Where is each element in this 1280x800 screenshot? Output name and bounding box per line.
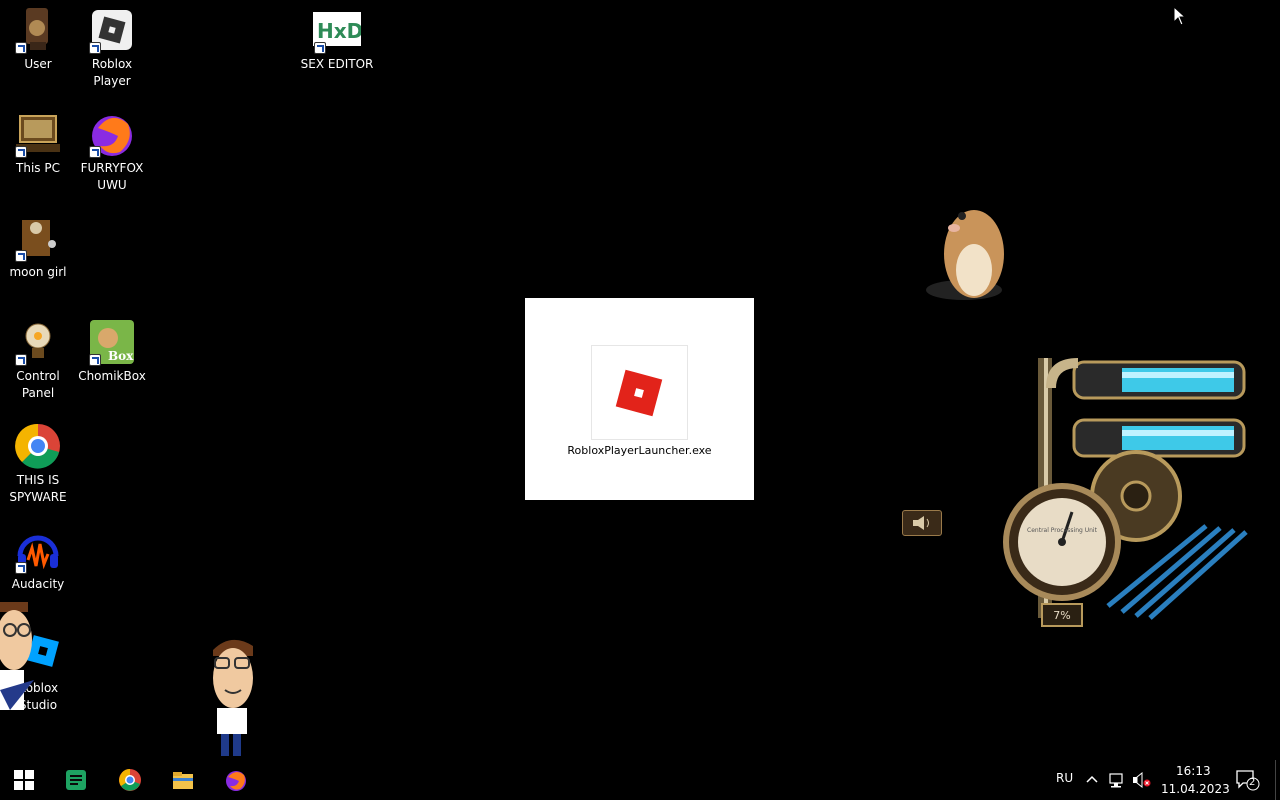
icon-label: FURRYFOX UWU bbox=[80, 161, 144, 192]
launcher-window[interactable]: RobloxPlayerLauncher.exe bbox=[525, 298, 754, 500]
cartoon-character-left bbox=[0, 602, 34, 710]
speaker-icon bbox=[913, 516, 929, 530]
icon-label: ChomikBox bbox=[78, 369, 146, 383]
windows-logo-icon bbox=[14, 770, 34, 790]
desktop-icon-furryfox[interactable]: FURRYFOX UWU bbox=[74, 110, 150, 194]
start-button[interactable] bbox=[0, 760, 48, 800]
hxd-logo-text: HxD bbox=[317, 19, 361, 43]
desktop-icon-user[interactable]: User bbox=[0, 6, 76, 73]
desktop-icon-control-panel[interactable]: Control Panel bbox=[0, 318, 76, 402]
roblox-logo-icon bbox=[615, 369, 663, 417]
desktop-icon-chomikbox[interactable]: Box ChomikBox bbox=[74, 318, 150, 385]
taskbar-notes-app[interactable] bbox=[52, 760, 100, 800]
notification-count: 2 bbox=[1249, 777, 1256, 788]
chrome-icon bbox=[14, 422, 62, 470]
desktop-icon-moon-girl[interactable]: moon girl bbox=[0, 214, 76, 281]
taskbar-file-explorer[interactable] bbox=[159, 760, 207, 800]
network-icon[interactable] bbox=[1108, 772, 1126, 788]
computer-icon bbox=[14, 110, 62, 158]
hamster-box-icon: Box bbox=[88, 318, 136, 366]
icon-label: This PC bbox=[16, 161, 60, 175]
language-indicator[interactable]: RU bbox=[1056, 771, 1073, 785]
desktop-icon-audacity[interactable]: Audacity bbox=[0, 526, 76, 593]
cpu-percent: 7% bbox=[1053, 609, 1070, 622]
desktop-icon-spyware[interactable]: THIS IS SPYWARE bbox=[0, 422, 76, 506]
icon-label: moon girl bbox=[9, 265, 67, 279]
taskbar-chrome[interactable] bbox=[106, 760, 154, 800]
chomikbox-badge: Box bbox=[108, 349, 134, 363]
volume-muted-icon[interactable] bbox=[1132, 772, 1152, 788]
firefox-icon bbox=[226, 771, 246, 791]
notification-center-button[interactable]: 2 bbox=[1234, 768, 1260, 792]
icon-label: THIS IS SPYWARE bbox=[9, 473, 67, 504]
file-explorer-icon bbox=[173, 772, 193, 789]
volume-widget[interactable] bbox=[902, 510, 942, 536]
launcher-file-tile[interactable] bbox=[591, 345, 688, 440]
clock-date[interactable]: 11.04.2023 bbox=[1161, 782, 1230, 796]
taskbar-firefox[interactable] bbox=[212, 760, 260, 800]
hxd-icon: HxD bbox=[313, 6, 363, 54]
chrome-icon bbox=[119, 769, 141, 791]
notification-icon bbox=[1236, 770, 1260, 791]
desktop-icon-this-pc[interactable]: This PC bbox=[0, 110, 76, 177]
mouse-cursor-icon bbox=[1173, 6, 1187, 26]
cartoon-character bbox=[213, 639, 253, 756]
notes-app-icon bbox=[66, 770, 86, 790]
cpu-gauge-widget: Central Processing Unit 7% bbox=[998, 348, 1256, 652]
taskbar: RU 16:13 11.04.2023 2 bbox=[0, 760, 1280, 800]
folder-icon bbox=[14, 214, 62, 262]
icon-label: Control Panel bbox=[16, 369, 60, 400]
user-icon bbox=[14, 6, 62, 54]
roblox-player-icon bbox=[88, 6, 136, 54]
firefox-icon bbox=[88, 110, 136, 158]
hamster-image bbox=[926, 210, 1004, 300]
lightbulb-icon bbox=[14, 318, 62, 366]
clock-time[interactable]: 16:13 bbox=[1176, 764, 1211, 778]
launcher-filename: RobloxPlayerLauncher.exe bbox=[567, 444, 712, 457]
chevron-up-icon[interactable] bbox=[1086, 774, 1098, 784]
show-desktop-button[interactable] bbox=[1275, 760, 1280, 800]
dial-text: Central Processing Unit bbox=[1027, 527, 1098, 534]
icon-label: Audacity bbox=[11, 577, 65, 591]
icon-label: User bbox=[24, 57, 52, 71]
desktop[interactable]: User Roblox Player HxD SEX EDITOR This P… bbox=[0, 0, 1280, 760]
icon-label: Roblox Player bbox=[91, 57, 133, 88]
desktop-icon-roblox-player[interactable]: Roblox Player bbox=[74, 6, 150, 90]
icon-label: SEX EDITOR bbox=[300, 57, 374, 71]
audacity-icon bbox=[14, 526, 62, 574]
desktop-icon-sex-editor[interactable]: HxD SEX EDITOR bbox=[299, 6, 375, 73]
